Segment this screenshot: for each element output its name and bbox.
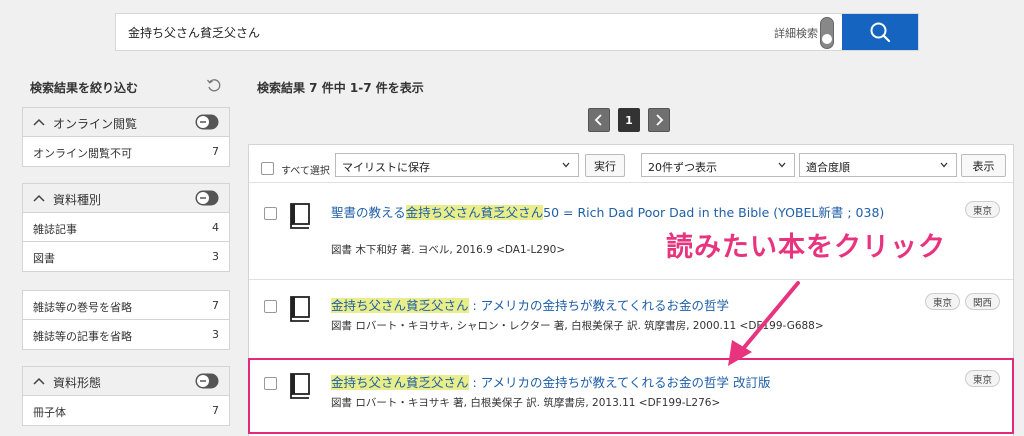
advanced-search-label[interactable]: 詳細検索 <box>774 25 818 41</box>
search-button[interactable] <box>842 14 918 50</box>
show-button[interactable]: 表示 <box>961 154 1006 177</box>
result-title-link[interactable]: 聖書の教える金持ち父さん貧乏父さん50 = Rich Dad Poor Dad … <box>331 203 891 222</box>
facet-option-count: 7 <box>212 299 219 312</box>
facet-option-label: 雑誌等の記事を省略 <box>33 330 132 343</box>
sort-value: 適合度順 <box>806 161 850 174</box>
facet-option-label: 冊子体 <box>33 406 66 419</box>
title-text: 聖書の教える <box>331 205 406 220</box>
facet-option-label: 雑誌等の巻号を省略 <box>33 301 132 314</box>
facet-header[interactable]: 資料種別 <box>23 184 229 213</box>
divider <box>249 279 1013 280</box>
current-page[interactable]: 1 <box>618 108 640 132</box>
facet-header[interactable]: オンライン閲覧 <box>23 108 229 137</box>
reset-icon[interactable] <box>206 77 222 93</box>
title-highlight: 金持ち父さん貧乏父さん <box>405 205 544 220</box>
facet-option-count: 3 <box>212 250 219 263</box>
facet-option-count: 7 <box>212 404 219 417</box>
location-tag: 東京 <box>965 201 1001 218</box>
prev-page-button[interactable] <box>588 108 610 132</box>
facet-option-label: オンライン閲覧不可 <box>33 147 132 160</box>
chevron-down-icon <box>778 162 786 168</box>
run-button[interactable]: 実行 <box>585 154 625 177</box>
toggle-icon[interactable] <box>195 373 219 389</box>
result-title-link[interactable]: 金持ち父さん貧乏父さん : アメリカの金持ちが教えてくれるお金の哲学 <box>331 296 891 315</box>
per-page-value: 20件ずつ表示 <box>648 161 717 174</box>
sort-dropdown[interactable]: 適合度順 <box>799 153 957 177</box>
facet-heading: オンライン閲覧 <box>53 117 138 131</box>
facet-option[interactable]: 冊子体 7 <box>23 396 229 425</box>
result-checkbox[interactable] <box>264 300 277 313</box>
chevron-right-icon <box>656 114 664 126</box>
facet-option[interactable]: 雑誌等の巻号を省略 7 <box>23 291 229 320</box>
result-checkbox[interactable] <box>264 207 277 220</box>
facet-option-count: 3 <box>212 328 219 341</box>
annotation-highlight-box <box>248 358 1014 434</box>
title-text: 50 = Rich Dad Poor Dad in the Bible (YOB… <box>543 205 885 220</box>
facet-material-form: 資料形態 冊子体 7 <box>22 366 230 426</box>
facet-option-count: 4 <box>212 221 219 234</box>
facet-heading: 資料種別 <box>53 193 102 207</box>
result-meta: 図書 木下和好 著. ヨベル, 2016.9 <DA1-L290> <box>331 244 566 256</box>
search-input[interactable]: 金持ち父さん貧乏父さん <box>128 24 260 41</box>
toggle-icon[interactable] <box>195 114 219 130</box>
mylist-dropdown-value: マイリストに保存 <box>342 161 430 174</box>
search-icon <box>870 22 891 43</box>
facet-material-type: 資料種別 雑誌記事 4 図書 3 <box>22 183 230 272</box>
facet-option[interactable]: オンライン閲覧不可 7 <box>23 137 229 166</box>
facet-option[interactable]: 図書 3 <box>23 242 229 271</box>
facet-header[interactable]: 資料形態 <box>23 367 229 396</box>
pagination: 1 <box>588 108 670 132</box>
facet-online-access: オンライン閲覧 オンライン閲覧不可 7 <box>22 107 230 167</box>
toggle-icon[interactable] <box>195 190 219 206</box>
results-summary: 検索結果 7 件中 1-7 件を表示 <box>257 81 424 95</box>
per-page-dropdown[interactable]: 20件ずつ表示 <box>641 153 795 177</box>
facet-option-label: 図書 <box>33 252 55 265</box>
location-tag: 東京 <box>925 293 961 310</box>
book-icon <box>290 203 310 229</box>
title-text: : アメリカの金持ちが教えてくれるお金の哲学 <box>468 298 730 313</box>
chevron-left-icon <box>594 114 602 126</box>
chevron-up-icon <box>33 118 45 126</box>
results-toolbar: すべて選択 マイリストに保存 実行 20件ずつ表示 適合度順 表示 <box>249 145 1013 183</box>
facet-option[interactable]: 雑誌記事 4 <box>23 213 229 242</box>
filter-title: 検索結果を絞り込む <box>30 81 139 95</box>
chevron-up-icon <box>33 194 45 202</box>
chevron-down-icon <box>940 162 948 168</box>
chevron-down-icon <box>562 162 570 168</box>
select-all-label[interactable]: すべて選択 <box>281 162 330 177</box>
title-highlight: 金持ち父さん貧乏父さん <box>331 298 469 313</box>
result-meta: 図書 ロバート・キヨサキ, シャロン・レクター 著, 白根美保子 訳. 筑摩書房… <box>331 320 824 332</box>
book-icon <box>290 296 310 322</box>
search-bar: 金持ち父さん貧乏父さん 詳細検索 <box>115 13 919 51</box>
facet-option-count: 7 <box>212 145 219 158</box>
select-all-checkbox[interactable] <box>261 162 274 175</box>
advanced-search-toggle[interactable] <box>820 17 834 49</box>
mylist-dropdown[interactable]: マイリストに保存 <box>335 153 579 177</box>
facet-option-label: 雑誌記事 <box>33 223 77 236</box>
facet-option[interactable]: 雑誌等の記事を省略 3 <box>23 320 229 349</box>
chevron-up-icon <box>33 377 45 385</box>
facet-heading: 資料形態 <box>53 376 102 390</box>
location-tag: 関西 <box>965 293 1001 310</box>
next-page-button[interactable] <box>648 108 670 132</box>
facet-omit-options: 雑誌等の巻号を省略 7 雑誌等の記事を省略 3 <box>22 290 230 350</box>
annotation-text: 読みたい本をクリック <box>666 232 946 263</box>
result-item: 金持ち父さん貧乏父さん : アメリカの金持ちが教えてくれるお金の哲学 図書 ロバ… <box>249 290 1013 360</box>
